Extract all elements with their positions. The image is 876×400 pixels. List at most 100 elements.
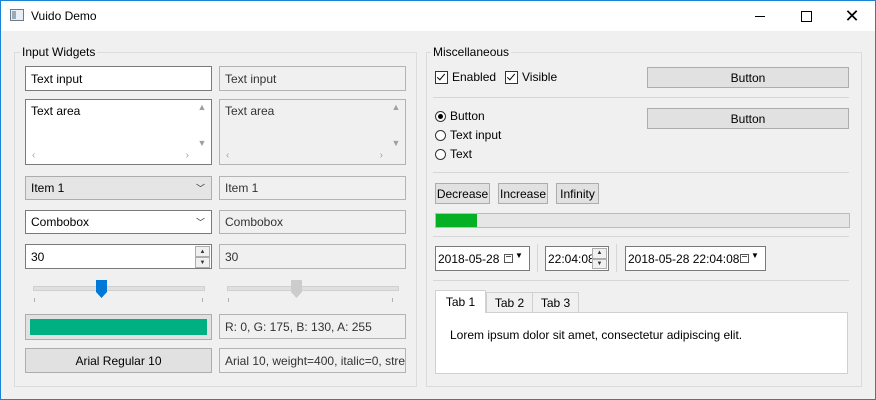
time-picker[interactable]: 22:04:08 ▲ ▼ (545, 246, 609, 271)
date-value: 2018-05-28 (438, 251, 500, 266)
radio-text-input-label: Text input (450, 128, 502, 142)
decrease-button[interactable]: Decrease (435, 183, 490, 204)
tab-1[interactable]: Tab 1 (435, 290, 486, 313)
number-stepper[interactable]: ▲ ▼ (195, 246, 210, 268)
stepper-up-icon[interactable]: ▲ (592, 248, 607, 259)
radio-text-label: Text (450, 147, 473, 161)
misc-title: Miscellaneous (431, 45, 512, 59)
scroll-down-icon: ▼ (197, 138, 207, 148)
number-spinbox[interactable]: 30 ▲ ▼ (25, 244, 212, 269)
color-text: R: 0, G: 175, B: 130, A: 255 (219, 314, 406, 339)
calendar-icon[interactable] (504, 254, 513, 263)
minimize-button[interactable] (737, 1, 783, 31)
checkbox-checked-icon (435, 70, 448, 84)
tab-content-text: Lorem ipsum dolor sit amet, consectetur … (450, 328, 743, 342)
item-select[interactable]: Item 1 ﹀ (25, 176, 212, 200)
radio-text-input[interactable]: Text input (435, 128, 501, 142)
checkbox-checked-icon (505, 70, 518, 84)
divider (433, 280, 849, 281)
divider (433, 236, 849, 237)
divider (537, 244, 538, 272)
text-input-disabled: Text input (219, 66, 406, 91)
text-area-disabled-vscroll: ▲ ▼ (389, 102, 403, 148)
font-text: Arial 10, weight=400, italic=0, stre (219, 348, 406, 373)
text-area-value: Text area (31, 104, 81, 118)
time-value: 22:04:08 (548, 251, 595, 266)
button-1[interactable]: Button (647, 67, 849, 88)
scroll-right-icon: › (185, 149, 189, 161)
stepper-down-icon[interactable]: ▼ (195, 257, 210, 268)
chevron-down-icon: ﹀ (195, 183, 205, 194)
minimize-icon (755, 15, 765, 17)
maximize-icon (800, 10, 812, 22)
scroll-up-icon: ▲ (197, 102, 207, 112)
datetime-value: 2018-05-28 22:04:08 (628, 251, 740, 266)
button-2[interactable]: Button (647, 108, 849, 129)
app-window: Vuido Demo ✕ Input Widgets Text input Te… (0, 0, 876, 400)
dropdown-arrow-icon[interactable]: ▼ (751, 251, 759, 260)
time-stepper[interactable]: ▲ ▼ (592, 248, 607, 269)
close-button[interactable]: ✕ (829, 1, 875, 31)
combobox-value: Combobox (31, 215, 90, 229)
radio-text[interactable]: Text (435, 147, 472, 161)
number-value: 30 (31, 249, 45, 264)
close-icon: ✕ (844, 5, 860, 27)
tab-2[interactable]: Tab 2 (486, 292, 533, 313)
slider-tick (34, 298, 35, 302)
slider-disabled-track (227, 286, 399, 291)
slider-disabled-thumb (291, 280, 302, 298)
text-area-disabled-hscroll: ‹ › (222, 148, 387, 162)
radio-unselected-icon (435, 129, 446, 141)
input-widgets-title: Input Widgets (20, 45, 98, 59)
progress-fill (436, 214, 478, 227)
text-area-vscroll[interactable]: ▲ ▼ (195, 102, 209, 148)
slider-tick (228, 298, 229, 302)
color-swatch (30, 319, 207, 335)
color-button[interactable] (25, 314, 212, 340)
font-button[interactable]: Arial Regular 10 (25, 348, 212, 373)
divider (433, 172, 849, 173)
tab-3[interactable]: Tab 3 (532, 292, 579, 313)
text-area-hscroll[interactable]: ‹ › (28, 148, 193, 162)
date-picker[interactable]: 2018-05-28 ▼ (435, 246, 530, 271)
scroll-right-icon: › (379, 149, 383, 161)
combobox-disabled: Combobox (219, 210, 406, 234)
tab-panel: Lorem ipsum dolor sit amet, consectetur … (435, 312, 848, 374)
text-input[interactable]: Text input (25, 66, 212, 91)
radio-selected-icon (435, 110, 446, 122)
combobox[interactable]: Combobox ﹀ (25, 210, 212, 234)
maximize-button[interactable] (783, 1, 829, 31)
scroll-down-icon: ▼ (391, 138, 401, 148)
divider (616, 244, 617, 272)
window-title: Vuido Demo (31, 9, 97, 23)
text-area[interactable]: Text area ▲ ▼ ‹ › (25, 99, 212, 165)
slider-thumb[interactable] (96, 280, 107, 298)
radio-button[interactable]: Button (435, 109, 485, 123)
text-area-disabled: Text area ▲ ▼ ‹ › (219, 99, 406, 165)
stepper-down-icon[interactable]: ▼ (592, 258, 607, 269)
visible-label: Visible (522, 70, 558, 84)
app-icon (10, 9, 24, 21)
number-spinbox-disabled: 30 (219, 244, 406, 269)
radio-button-label: Button (450, 109, 485, 123)
chevron-down-icon: ﹀ (195, 217, 205, 228)
slider-tick (202, 298, 203, 302)
scroll-left-icon: ‹ (32, 149, 36, 161)
infinity-button[interactable]: Infinity (556, 183, 599, 204)
item-select-disabled: Item 1 (219, 176, 406, 200)
radio-unselected-icon (435, 148, 446, 160)
title-bar: Vuido Demo ✕ (1, 1, 875, 31)
visible-checkbox[interactable]: Visible (505, 70, 557, 84)
datetime-picker[interactable]: 2018-05-28 22:04:08 ▼ (625, 246, 766, 271)
dropdown-arrow-icon[interactable]: ▼ (515, 251, 523, 260)
divider (433, 97, 849, 98)
enabled-label: Enabled (452, 70, 497, 84)
slider-track[interactable] (33, 286, 205, 291)
increase-button[interactable]: Increase (498, 183, 548, 204)
enabled-checkbox[interactable]: Enabled (435, 70, 496, 84)
text-area-disabled-value: Text area (225, 104, 275, 118)
stepper-up-icon[interactable]: ▲ (195, 246, 210, 257)
font-text-value: Arial 10, weight=400, italic=0, stre (225, 353, 406, 368)
slider-tick (392, 298, 393, 302)
calendar-icon[interactable] (740, 254, 749, 263)
